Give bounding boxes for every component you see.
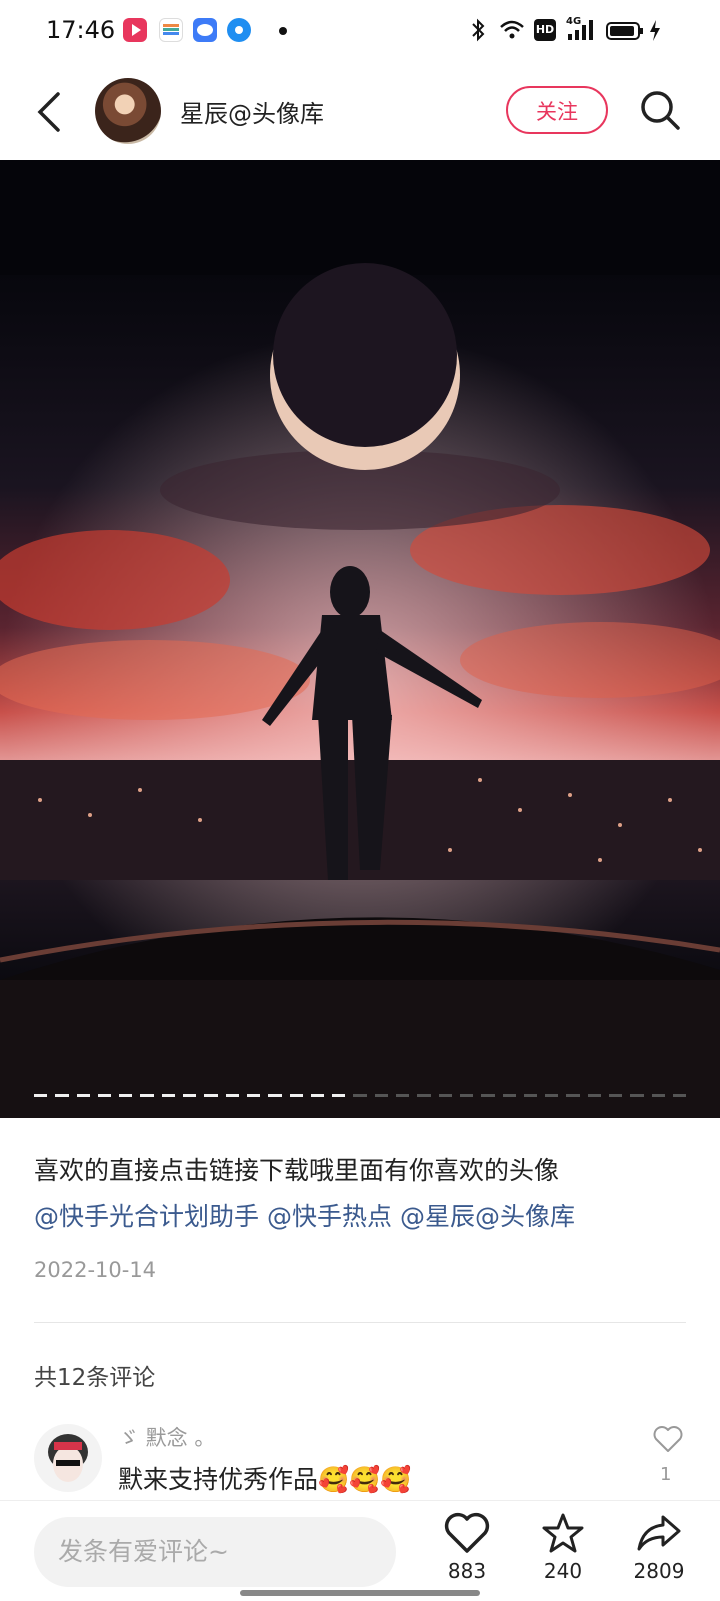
back-button[interactable] [28, 86, 72, 138]
comment-count: 共12条评论 [34, 1365, 156, 1391]
post-caption: 喜欢的直接点击链接下载哦里面有你喜欢的头像 @快手光合计划助手 @快手热点 @星… [34, 1148, 694, 1240]
post-image[interactable] [0, 160, 720, 1118]
comment-text: 默来支持优秀作品🥰🥰🥰 [118, 1465, 412, 1494]
progress-segment [332, 1094, 346, 1097]
star-icon [542, 1513, 584, 1553]
signal-4g-icon: 4G [566, 16, 598, 44]
progress-segment [204, 1094, 218, 1097]
battery-icon [606, 16, 646, 44]
heart-outline-icon [653, 1426, 683, 1452]
progress-segment [34, 1094, 48, 1097]
author-name[interactable]: 星辰@头像库 [180, 94, 324, 129]
post-header: 星辰@头像库 关注 [0, 64, 720, 160]
progress-segment [587, 1094, 602, 1097]
share-button[interactable]: 2809 [624, 1511, 694, 1583]
progress-segment [310, 1094, 325, 1097]
progress-segment [55, 1094, 69, 1097]
caption-text: 喜欢的直接点击链接下载哦里面有你喜欢的头像 [34, 1156, 560, 1185]
progress-segment [76, 1094, 90, 1097]
chevron-left-icon [37, 92, 60, 132]
like-count: 883 [447, 1559, 487, 1583]
progress-segment [545, 1094, 559, 1097]
bluetooth-icon [470, 16, 486, 44]
progress-segment [566, 1094, 580, 1097]
comment-like-button[interactable] [652, 1424, 684, 1454]
wallet-app-icon [159, 18, 183, 42]
progress-segment [459, 1094, 474, 1097]
progress-segment [630, 1094, 644, 1097]
progress-segment [438, 1094, 452, 1097]
network-label: 4G [566, 16, 582, 27]
progress-segment [119, 1094, 133, 1097]
share-arrow-icon [637, 1515, 681, 1551]
wifi-icon [498, 16, 526, 44]
progress-segment [523, 1094, 538, 1097]
favorite-button[interactable]: 240 [528, 1511, 598, 1583]
like-button[interactable]: 883 [432, 1511, 502, 1583]
mention-link[interactable]: @星辰@头像库 [400, 1202, 575, 1231]
mention-link[interactable]: @快手光合计划助手 [34, 1202, 259, 1231]
progress-segment [481, 1094, 495, 1097]
bottom-action-bar: 发条有爱评论~ 883 240 2809 [0, 1500, 720, 1601]
favorite-count: 240 [543, 1559, 583, 1583]
home-indicator[interactable] [240, 1590, 480, 1596]
mention-link[interactable]: @快手热点 [267, 1202, 392, 1231]
commenter-name[interactable]: ゞ 默念 。 [118, 1422, 215, 1452]
caption-mentions: @快手光合计划助手 @快手热点 @星辰@头像库 [34, 1194, 694, 1240]
heart-icon [444, 1512, 490, 1553]
divider [34, 1322, 686, 1323]
progress-segment [353, 1094, 367, 1097]
progress-segment [609, 1094, 623, 1097]
comment-like-count: 1 [660, 1464, 672, 1485]
progress-segment [502, 1094, 516, 1097]
progress-segment [140, 1094, 154, 1097]
share-count: 2809 [633, 1559, 685, 1583]
progress-segment [268, 1094, 282, 1097]
charging-icon [648, 16, 662, 44]
author-avatar[interactable] [95, 78, 161, 144]
follow-button[interactable]: 关注 [506, 86, 608, 134]
carousel-progress [34, 1094, 687, 1098]
progress-segment [651, 1094, 665, 1097]
comment-input[interactable]: 发条有爱评论~ [34, 1517, 396, 1587]
more-dot-icon [279, 27, 287, 35]
progress-segment [417, 1094, 431, 1097]
progress-segment [672, 1094, 687, 1097]
progress-segment [396, 1094, 410, 1097]
night-sky-artwork [0, 160, 720, 1118]
search-button[interactable] [636, 86, 684, 134]
progress-segment [246, 1094, 261, 1097]
progress-segment [374, 1094, 389, 1097]
hd-icon: HD [534, 19, 556, 41]
progress-segment [225, 1094, 239, 1097]
chat-app-icon [193, 18, 217, 42]
progress-segment [97, 1094, 112, 1097]
commenter-avatar[interactable] [34, 1424, 102, 1492]
status-time: 17:46 [46, 16, 116, 44]
search-icon [641, 91, 680, 130]
progress-segment [289, 1094, 303, 1097]
status-bar: 17:46 HD 4G [0, 0, 720, 64]
progress-segment [183, 1094, 197, 1097]
progress-segment [161, 1094, 176, 1097]
browser-app-icon [227, 18, 251, 42]
video-app-icon [123, 18, 147, 42]
post-date: 2022-10-14 [34, 1258, 157, 1282]
